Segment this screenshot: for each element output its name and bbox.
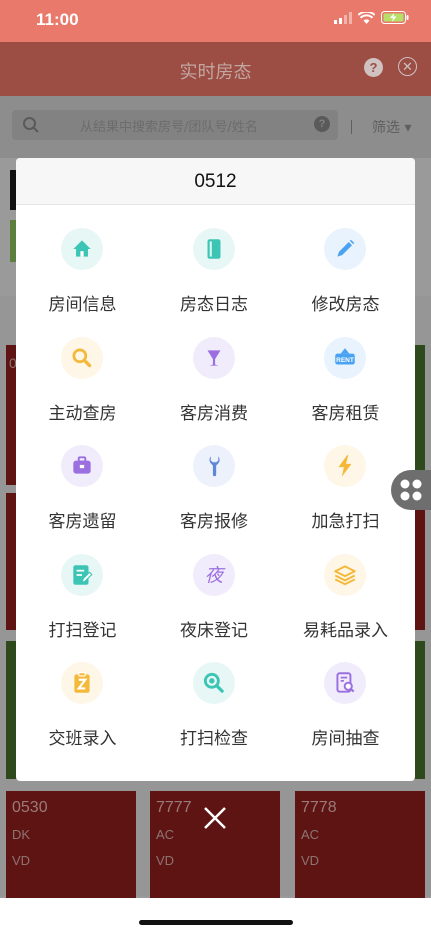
- action-label: 加急打扫: [311, 512, 380, 532]
- search-help-icon[interactable]: ?: [314, 116, 330, 132]
- search-bar: 从结果中搜索房号/团队号/姓名 ?: [0, 96, 431, 158]
- battery-icon: [381, 11, 409, 24]
- action-clipboard[interactable]: 交班录入: [16, 638, 149, 749]
- suitcase-icon: [61, 445, 103, 487]
- help-icon[interactable]: ?: [364, 58, 383, 77]
- action-rent[interactable]: RENT 客房租赁: [279, 313, 412, 424]
- assistive-button[interactable]: [391, 470, 431, 510]
- action-label: 房间信息: [48, 295, 117, 315]
- action-label: 客房报修: [180, 512, 248, 532]
- room-card[interactable]: 0530 DK VD: [6, 791, 136, 901]
- magnify-icon: [192, 662, 235, 704]
- action-label: 客房遗留: [48, 512, 117, 532]
- modal-close-icon[interactable]: [201, 804, 229, 832]
- room-number: 7777: [156, 799, 192, 816]
- room-status: AC: [301, 827, 320, 842]
- pencil-icon: [324, 228, 366, 270]
- action-label: 夜床登记: [180, 620, 248, 641]
- goblet-icon: [192, 336, 235, 379]
- action-notebook[interactable]: 房态日志: [148, 204, 281, 315]
- status-bar: 11:00: [0, 0, 431, 42]
- action-label: 房态日志: [180, 295, 248, 315]
- room-status: DK: [12, 827, 31, 842]
- action-magnify[interactable]: 打扫检查: [148, 638, 281, 749]
- action-label: 主动查房: [48, 403, 117, 424]
- action-label: 打扫登记: [48, 620, 117, 641]
- search-input[interactable]: 从结果中搜索房号/团队号/姓名 ?: [12, 110, 338, 140]
- edit-doc-icon: [61, 553, 103, 596]
- close-icon[interactable]: ✕: [398, 57, 417, 76]
- action-doc-search[interactable]: 房间抽查: [279, 638, 412, 749]
- notebook-icon: [192, 228, 235, 270]
- action-label: 房间抽查: [311, 729, 380, 749]
- action-label: 客房消费: [180, 403, 248, 424]
- action-layers[interactable]: 易耗品录入: [279, 530, 412, 641]
- action-pencil[interactable]: 修改房态: [279, 204, 412, 315]
- action-label: 打扫检查: [180, 729, 248, 749]
- status-time: 11:00: [36, 10, 79, 29]
- action-edit-doc[interactable]: 打扫登记: [16, 530, 149, 641]
- room-number: 0530: [12, 799, 48, 816]
- room-state: VD: [12, 853, 31, 868]
- action-label: 易耗品录入: [303, 620, 388, 641]
- svg-text:夜: 夜: [204, 565, 225, 586]
- svg-text:RENT: RENT: [336, 356, 354, 363]
- modal-title: 0512: [194, 171, 237, 192]
- room-state: VD: [301, 853, 320, 868]
- room-action-modal: 0512 房间信息 房态日志 修改房态主动查房 客房消费 RENT 客房租赁客房遗留 客房报…: [16, 158, 415, 781]
- home-bar-area: [0, 898, 431, 930]
- divider: [351, 120, 352, 134]
- wifi-icon: [358, 11, 375, 24]
- action-wrench[interactable]: 客房报修: [148, 421, 281, 532]
- layers-icon: [324, 553, 366, 596]
- search-icon: [23, 117, 39, 133]
- status-icons: [334, 11, 409, 24]
- room-state: VD: [156, 853, 175, 868]
- modal-header: 0512: [16, 158, 415, 205]
- rent-icon: RENT: [324, 336, 366, 379]
- signal-icon: [334, 11, 352, 24]
- lightning-icon: [324, 445, 366, 487]
- search-icon: [61, 336, 103, 379]
- home-indicator[interactable]: [139, 920, 293, 925]
- action-night[interactable]: 夜夜床登记: [148, 530, 281, 641]
- action-label: 客房租赁: [311, 403, 380, 424]
- doc-search-icon: [324, 662, 366, 704]
- filter-button[interactable]: 筛选 ▾: [372, 117, 411, 137]
- action-suitcase[interactable]: 客房遗留: [16, 421, 149, 532]
- grid-dots-icon: [400, 479, 422, 501]
- action-search[interactable]: 主动查房: [16, 313, 149, 424]
- action-home[interactable]: 房间信息: [16, 204, 149, 315]
- action-goblet[interactable]: 客房消费: [148, 313, 281, 424]
- action-label: 修改房态: [311, 295, 380, 315]
- search-placeholder: 从结果中搜索房号/团队号/姓名: [80, 120, 258, 135]
- wrench-icon: [192, 445, 235, 487]
- room-status: AC: [156, 827, 175, 842]
- night-icon: 夜: [192, 553, 235, 596]
- clipboard-icon: [61, 662, 103, 704]
- home-icon: [61, 228, 103, 270]
- room-card[interactable]: 7778 AC VD: [295, 791, 425, 901]
- room-number: 7778: [301, 799, 337, 816]
- action-label: 交班录入: [48, 729, 117, 749]
